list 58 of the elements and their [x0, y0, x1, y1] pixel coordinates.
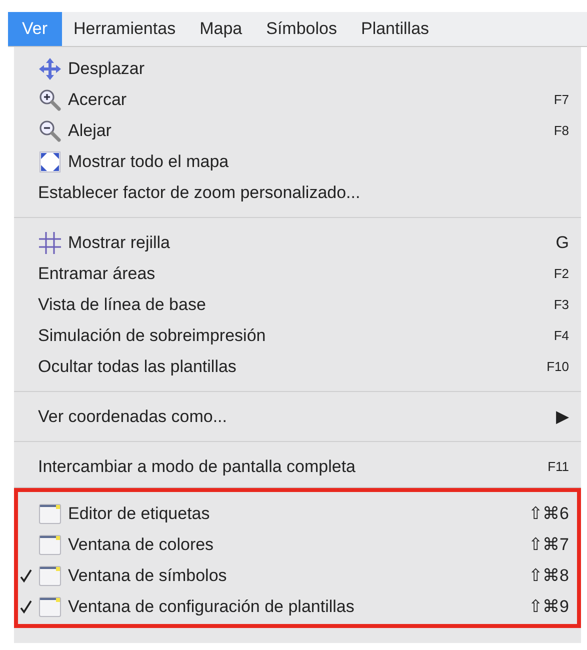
menu-item[interactable]: Simulación de sobreimpresión F4: [14, 320, 581, 351]
shortcut-label: F11: [548, 459, 569, 474]
menu-item-label: Ventana de configuración de plantillas: [68, 596, 356, 616]
menu-item[interactable]: Editor de etiquetas ⇧⌘6: [18, 498, 577, 529]
menu-item[interactable]: Ventana de símbolos ⇧⌘8: [18, 560, 577, 591]
shortcut-label: F7: [554, 92, 569, 107]
window-icon: [38, 594, 62, 618]
menu-item-label: Editor de etiquetas: [68, 504, 211, 524]
menu-item-label: Mostrar todo el mapa: [68, 152, 230, 172]
menu-bar-item[interactable]: Mapa: [188, 12, 254, 46]
menu-bar-item[interactable]: Herramientas: [62, 12, 188, 46]
shortcut-label: ⇧⌘9: [528, 596, 569, 617]
menu-item[interactable]: Intercambiar a modo de pantalla completa F11: [14, 451, 581, 482]
menu-item[interactable]: Alejar F8: [14, 115, 581, 146]
shortcut-label: F8: [554, 123, 569, 138]
shortcut-label: G: [556, 232, 569, 252]
window-icon: [38, 532, 62, 556]
fit-to-screen-icon: [38, 150, 62, 174]
menu-item[interactable]: Ventana de colores ⇧⌘7: [18, 529, 577, 560]
zoom-in-icon: [38, 88, 62, 112]
shortcut-label: F2: [554, 266, 569, 281]
shortcut-label: F10: [546, 359, 569, 374]
shortcut-label: ▶: [556, 406, 569, 427]
menu-item-label: Desplazar: [68, 58, 146, 78]
menu-item[interactable]: Entramar áreas F2: [14, 258, 581, 289]
menu-item[interactable]: Establecer factor de zoom personalizado...: [14, 177, 581, 208]
menu-item[interactable]: Desplazar: [14, 53, 581, 84]
menu-item[interactable]: Ver coordenadas como... ▶: [14, 401, 581, 432]
menu-item[interactable]: Vista de línea de base F3: [14, 289, 581, 320]
menu-item-label: Ocultar todas las plantillas: [38, 356, 238, 376]
grid-icon: [38, 230, 62, 254]
menu-item-label: Intercambiar a modo de pantalla completa: [38, 456, 357, 476]
zoom-out-icon: [38, 118, 62, 142]
shortcut-label: F4: [554, 328, 569, 343]
menu-item-label: Simulación de sobreimpresión: [38, 326, 267, 346]
window-icon: [38, 564, 62, 588]
menu-item-label: Ventana de colores: [68, 534, 215, 554]
menu-item-label: Vista de línea de base: [38, 294, 207, 314]
shortcut-label: ⇧⌘7: [528, 534, 569, 555]
menu-item[interactable]: Acercar F7: [14, 84, 581, 115]
menu-item[interactable]: Ocultar todas las plantillas F10: [14, 351, 581, 382]
shortcut-label: ⇧⌘8: [528, 565, 569, 586]
four-arrows-icon: [38, 56, 62, 80]
shortcut-label: ⇧⌘6: [528, 503, 569, 524]
menu-item[interactable]: Mostrar rejilla G: [14, 227, 581, 258]
menu-item-label: Ver coordenadas como...: [38, 406, 228, 426]
menu-item[interactable]: Ventana de configuración de plantillas ⇧⌘9: [18, 591, 577, 622]
menu-item[interactable]: Mostrar todo el mapa: [14, 146, 581, 177]
menu-item-label: Ventana de símbolos: [68, 566, 228, 586]
menu-item-label: Entramar áreas: [38, 264, 156, 284]
window-icon: [38, 502, 62, 526]
menu-item-label: Establecer factor de zoom personalizado...: [38, 182, 362, 202]
menu-item-label: Acercar: [68, 90, 128, 110]
shortcut-label: F3: [554, 297, 569, 312]
menu-item-label: Mostrar rejilla: [68, 232, 172, 252]
menu-bar-item[interactable]: Plantillas: [348, 12, 442, 46]
menu-item-label: Alejar: [68, 120, 112, 140]
menu-bar-item[interactable]: Símbolos: [254, 12, 349, 46]
